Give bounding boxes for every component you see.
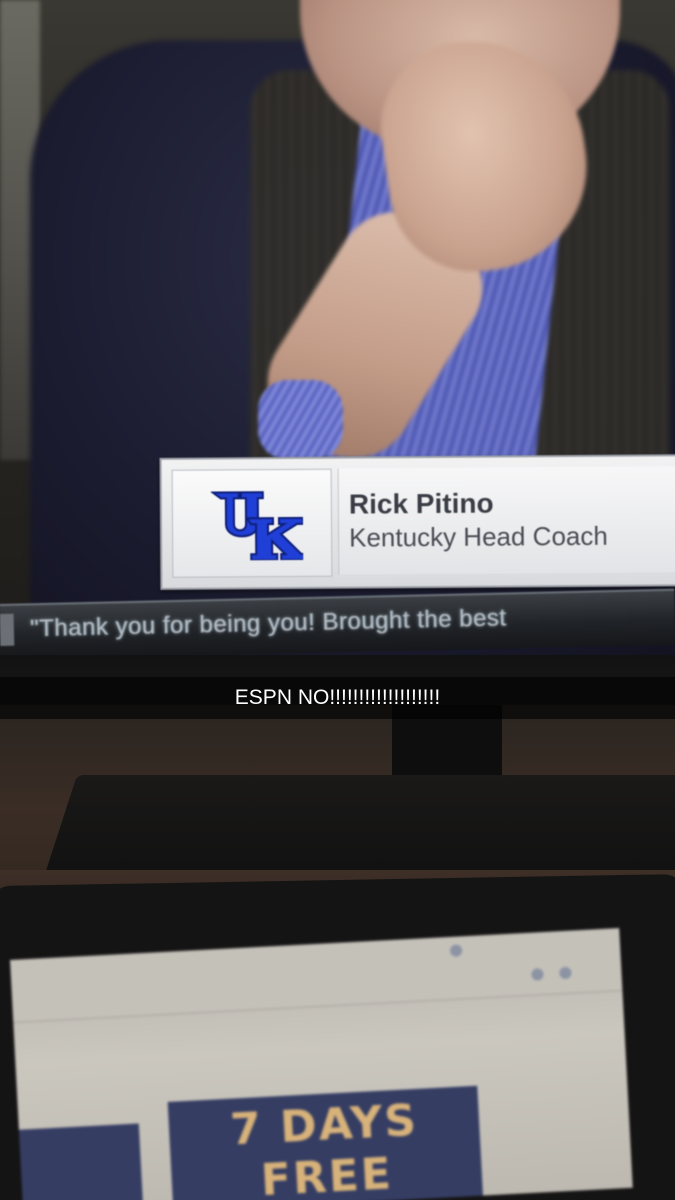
browser-extension-icon [531, 968, 544, 981]
ad-banner: 7 DAYS FREE [167, 1085, 484, 1200]
name-lower-third: Rick Pitino Kentucky Head Coach [159, 454, 675, 590]
snapchat-photo: Rick Pitino Kentucky Head Coach "Thank y… [0, 0, 675, 1200]
coach-name: Rick Pitino [348, 487, 494, 520]
coach-shirt-cuff [258, 380, 343, 460]
browser-extension-icon [559, 966, 572, 980]
snap-caption-text: ESPN NO!!!!!!!!!!!!!!!!!!! [234, 686, 441, 709]
browser-extension-icon [449, 944, 463, 957]
laptop-screen: 7 DAYS FREE [10, 928, 633, 1200]
uk-logo-icon [210, 491, 304, 561]
name-panel: Rick Pitino Kentucky Head Coach [337, 466, 675, 575]
ticker-text: "Thank you for being you! Brought the be… [29, 604, 507, 643]
ticker-cap [0, 613, 15, 646]
tv-stand-base [42, 775, 675, 880]
coach-title: Kentucky Head Coach [349, 520, 608, 553]
team-logo-panel [171, 468, 333, 578]
ad-banner-left [18, 1123, 144, 1200]
snap-caption-bar: ESPN NO!!!!!!!!!!!!!!!!!!! [0, 677, 675, 719]
